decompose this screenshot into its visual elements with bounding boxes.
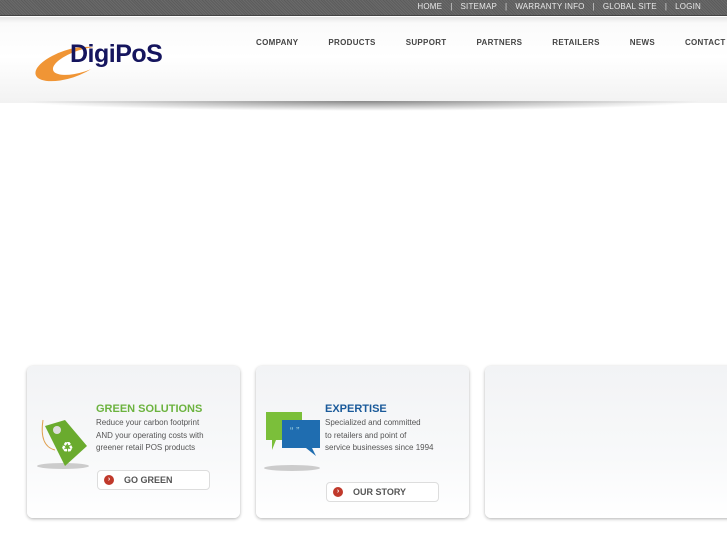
top-bar: HOME | SITEMAP | WARRANTY INFO | GLOBAL SIT…	[0, 0, 727, 16]
nav-company[interactable]: COMPANY	[256, 38, 298, 47]
nav-products[interactable]: PRODUCTS	[328, 38, 375, 47]
nav-contact[interactable]: CONTACT	[685, 38, 726, 47]
logo-text: DigiPoS	[70, 40, 163, 68]
nav-partners[interactable]: PARTNERS	[476, 38, 522, 47]
line: AND your operating costs with	[96, 430, 204, 440]
card-description: Specialized and committed to retailers a…	[325, 417, 434, 455]
card-description: Reduce your carbon footprint AND your op…	[96, 417, 204, 455]
card-title: EXPERTISE	[325, 403, 387, 415]
green-tag-icon: ♻	[37, 419, 89, 469]
top-link-home[interactable]: HOME	[417, 2, 442, 11]
arrow-right-icon: ›	[104, 475, 114, 485]
top-link-sitemap[interactable]: SITEMAP	[461, 2, 498, 11]
go-green-button[interactable]: › GO GREEN	[97, 470, 210, 490]
svg-text:♻: ♻	[61, 440, 74, 456]
separator: |	[664, 2, 668, 11]
top-link-warranty[interactable]: WARRANTY INFO	[515, 2, 584, 11]
nav-retailers[interactable]: RETAILERS	[552, 38, 599, 47]
speech-bubbles-icon: “ ”	[264, 412, 320, 471]
line: to retailers and point of	[325, 430, 407, 440]
logo[interactable]: DigiPoS	[31, 38, 163, 89]
main-nav: COMPANY PRODUCTS SUPPORT PARTNERS RETAIL…	[256, 38, 726, 47]
line: greener retail POS products	[96, 443, 196, 452]
top-link-global-site[interactable]: GLOBAL SITE	[603, 2, 657, 11]
our-story-button[interactable]: › OUR STORY	[326, 482, 439, 502]
separator: |	[505, 2, 508, 11]
svg-text:“ ”: “ ”	[290, 426, 299, 437]
button-label: GO GREEN	[124, 475, 173, 485]
button-label: OUR STORY	[353, 487, 407, 497]
nav-news[interactable]: NEWS	[630, 38, 655, 47]
line: service businesses since 1994	[325, 443, 434, 452]
card-empty	[485, 366, 727, 518]
header-shadow	[20, 101, 705, 111]
top-link-login[interactable]: LOGIN	[675, 2, 701, 11]
nav-support[interactable]: SUPPORT	[406, 38, 447, 47]
card-title: GREEN SOLUTIONS	[96, 403, 203, 415]
line: Specialized and committed	[325, 418, 421, 427]
line: Reduce your carbon footprint	[96, 418, 200, 427]
top-links: HOME | SITEMAP | WARRANTY INFO | GLOBAL SIT…	[417, 2, 701, 11]
card-expertise: “ ” EXPERTISE Specialized and committed …	[256, 366, 469, 518]
arrow-right-icon: ›	[333, 487, 343, 497]
card-green-solutions: ♻ GREEN SOLUTIONS Reduce your carbon foo…	[27, 366, 240, 518]
separator: |	[450, 2, 453, 11]
separator: |	[592, 2, 595, 11]
